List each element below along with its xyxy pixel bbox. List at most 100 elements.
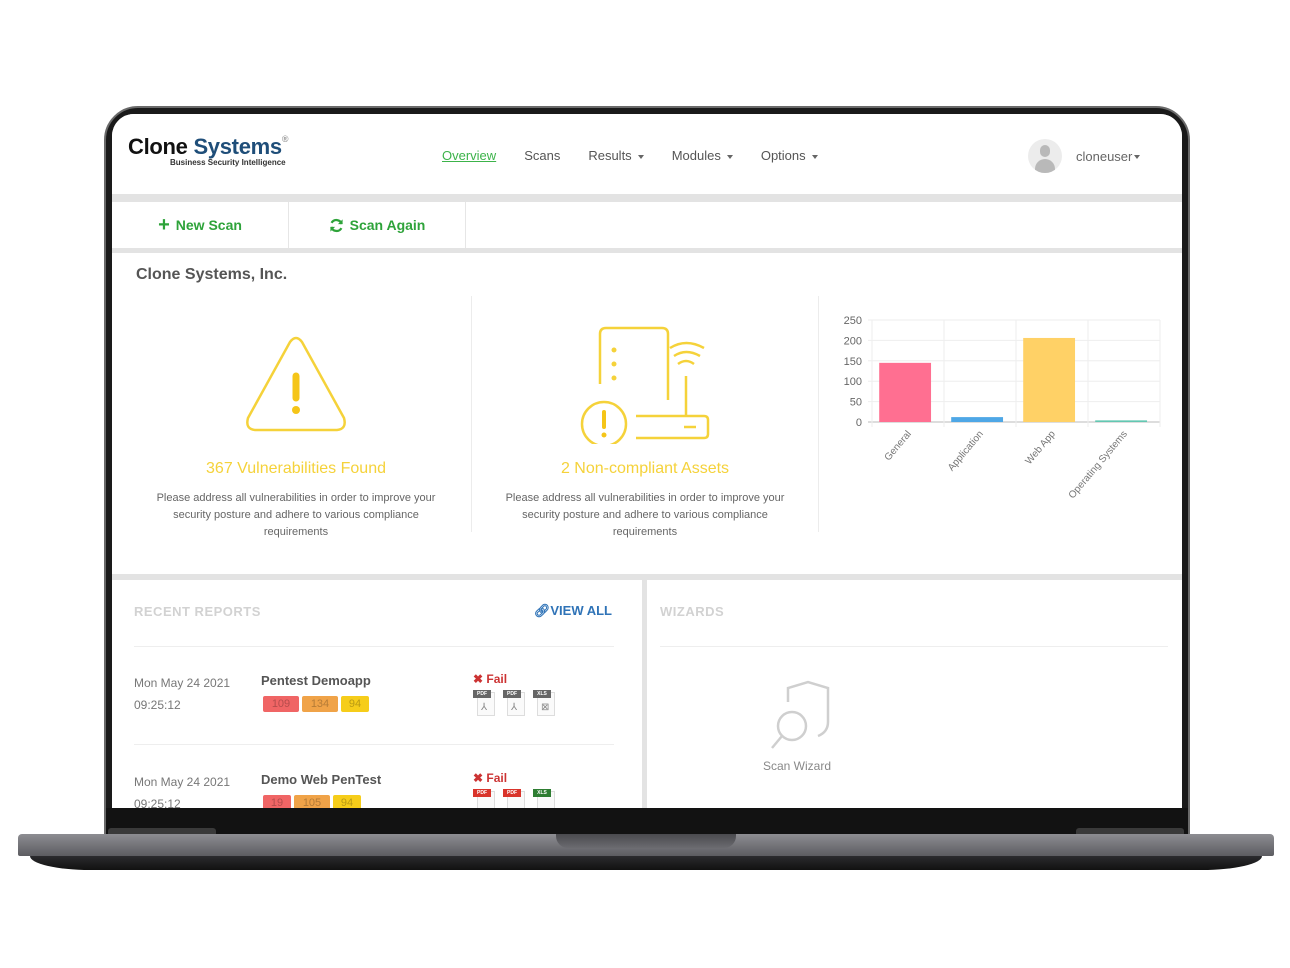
view-all-link[interactable]: 🔗︎VIEW ALL <box>534 603 612 619</box>
y-tick-label: 200 <box>844 335 862 347</box>
y-tick-label: 100 <box>844 376 862 388</box>
nav-options-label: Options <box>760 148 806 163</box>
vulnerabilities-description: Please address all vulnerabilities in or… <box>156 492 436 538</box>
report-datetime: Mon May 24 2021 09:25:12 <box>134 672 230 716</box>
bar-web-app <box>1023 337 1076 422</box>
report-files: PDF ⅄ PDF ⅄ XLS ⊠ <box>473 690 555 716</box>
x-icon: ✖ <box>473 771 487 785</box>
nav-overview[interactable]: Overview <box>442 148 496 163</box>
caret-down-icon <box>811 154 818 159</box>
x-tick-label: Operating Systems <box>1067 429 1130 501</box>
caret-down-icon <box>637 154 644 159</box>
wizards-title: WIZARDS <box>660 604 725 619</box>
divider <box>112 248 1182 253</box>
header: Clone Systems® Business Security Intelli… <box>112 114 1182 194</box>
report-date: Mon May 24 2021 <box>134 676 231 690</box>
x-tick-label: Application <box>946 429 986 474</box>
caret-down-icon <box>726 154 733 159</box>
y-tick-label: 50 <box>850 397 862 409</box>
report-files: PDF PDF XLS <box>473 789 555 808</box>
main-nav: Overview Scans Results Modules Options <box>442 148 818 163</box>
recent-reports-title: RECENT REPORTS <box>134 604 261 619</box>
xls-download-icon[interactable]: XLS ⊠ <box>533 690 555 716</box>
warning-triangle-icon <box>246 336 346 432</box>
report-row: Mon May 24 2021 09:25:12 Demo Web PenTest… <box>134 771 614 808</box>
action-toolbar: + New Scan Scan Again <box>112 202 1182 248</box>
bar-general <box>879 362 932 422</box>
x-tick-label: Web App <box>1023 429 1058 467</box>
scan-again-button[interactable]: Scan Again <box>289 202 466 248</box>
y-tick-label: 250 <box>844 315 862 327</box>
high-count-badge: 105 <box>294 795 330 808</box>
divider <box>134 646 614 647</box>
nav-scans[interactable]: Scans <box>524 148 560 163</box>
pdf-download-icon[interactable]: PDF ⅄ <box>473 690 495 716</box>
divider <box>134 744 614 745</box>
pdf-download-icon[interactable]: PDF ⅄ <box>503 690 525 716</box>
nav-modules[interactable]: Modules <box>672 148 733 163</box>
status-label: Fail <box>486 771 508 785</box>
user-menu[interactable]: cloneuser <box>1028 139 1141 173</box>
nav-options[interactable]: Options <box>761 148 818 163</box>
laptop-mockup: Clone Systems® Business Security Intelli… <box>0 0 1290 968</box>
avatar[interactable] <box>1028 139 1062 173</box>
username: cloneuser <box>1076 148 1133 164</box>
bar-operating-systems <box>1095 420 1148 422</box>
report-name[interactable]: Demo Web PenTest <box>261 772 381 787</box>
assets-panel: 2 Non-compliant Assets Please address al… <box>475 296 815 538</box>
view-all-label: VIEW ALL <box>550 603 612 618</box>
company-name: Clone Systems, Inc. <box>136 266 288 283</box>
logo[interactable]: Clone Systems® Business Security Intelli… <box>128 134 289 167</box>
y-tick-label: 0 <box>856 417 862 429</box>
laptop-notch <box>556 834 736 848</box>
scan-wizard-label: Scan Wizard <box>762 759 832 773</box>
medium-count-badge: 94 <box>341 696 369 712</box>
high-count-badge: 134 <box>302 696 338 712</box>
nav-modules-label: Modules <box>671 148 721 163</box>
logo-text-accent: Systems <box>193 134 282 159</box>
report-name[interactable]: Pentest Demoapp <box>261 673 371 688</box>
report-time: 09:25:12 <box>134 698 181 712</box>
report-date: Mon May 24 2021 <box>134 775 231 789</box>
logo-text: Clone <box>128 134 194 159</box>
report-status: ✖ Fail <box>473 771 507 785</box>
laptop-base-shadow <box>30 856 1262 870</box>
registered-mark: ® <box>281 134 289 144</box>
medium-count-badge: 94 <box>333 795 361 808</box>
new-scan-button[interactable]: + New Scan <box>112 202 289 248</box>
status-label: Fail <box>486 672 508 686</box>
new-scan-label: New Scan <box>175 217 242 233</box>
report-status: ✖ Fail <box>473 672 507 686</box>
nav-results[interactable]: Results <box>588 148 644 163</box>
x-icon: ✖ <box>473 672 487 686</box>
report-row: Mon May 24 2021 09:25:12 Pentest Demoapp … <box>134 672 614 722</box>
device-alert-icon <box>580 326 710 444</box>
divider <box>660 646 1168 647</box>
assets-count[interactable]: 2 Non-compliant Assets <box>475 460 815 478</box>
critical-count-badge: 109 <box>263 696 299 712</box>
pdf-download-icon[interactable]: PDF <box>473 789 495 808</box>
vulnerabilities-count[interactable]: 367 Vulnerabilities Found <box>126 460 466 478</box>
scan-wizard-button[interactable]: Scan Wizard <box>759 680 835 773</box>
severity-badges: 109 134 94 <box>263 696 369 712</box>
panel-divider <box>818 296 819 532</box>
caret-down-icon <box>1134 155 1141 160</box>
x-tick-label: General <box>883 429 914 463</box>
report-time: 09:25:12 <box>134 797 181 808</box>
xls-download-icon[interactable]: XLS <box>533 789 555 808</box>
app-screen: Clone Systems® Business Security Intelli… <box>112 114 1182 808</box>
divider <box>112 194 1182 202</box>
refresh-icon <box>329 218 343 232</box>
scan-again-label: Scan Again <box>349 217 426 233</box>
y-tick-label: 150 <box>844 356 862 368</box>
wizards-card: WIZARDS Scan Wizard <box>647 580 1182 808</box>
report-datetime: Mon May 24 2021 09:25:12 <box>134 771 230 808</box>
recent-reports-card: RECENT REPORTS 🔗︎VIEW ALL Mon May 24 202… <box>112 580 642 808</box>
critical-count-badge: 19 <box>263 795 291 808</box>
bar-application <box>951 417 1004 422</box>
panel-divider <box>471 296 472 532</box>
pdf-download-icon[interactable]: PDF <box>503 789 525 808</box>
laptop-bezel <box>106 808 1188 834</box>
severity-badges: 19 105 94 <box>263 795 361 808</box>
assets-description: Please address all vulnerabilities in or… <box>505 492 785 538</box>
